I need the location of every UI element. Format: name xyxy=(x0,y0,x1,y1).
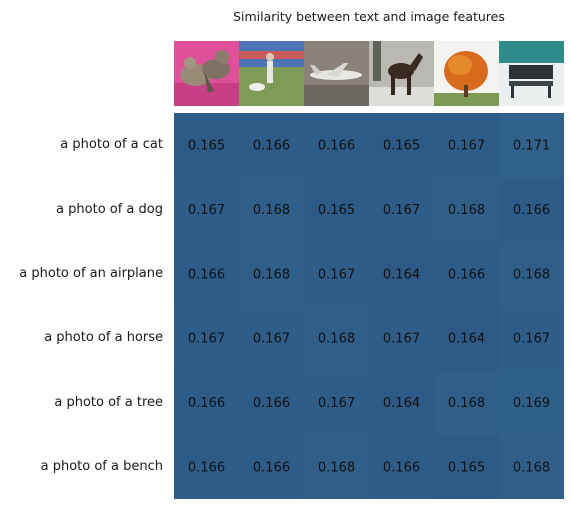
row-label: a photo of a cat xyxy=(60,137,163,153)
row-label: a photo of a tree xyxy=(54,394,163,410)
similarity-heatmap: 0.165 0.166 0.166 0.165 0.167 0.171 0.167 0.168… xyxy=(174,113,564,499)
cell-value-label: 0.166 xyxy=(188,460,225,475)
cell-value-label: 0.164 xyxy=(448,332,485,347)
cell-value-label: 0.166 xyxy=(253,460,290,475)
cell-value-label: 0.166 xyxy=(318,139,355,154)
cat-icon xyxy=(174,41,239,106)
cell-value-label: 0.171 xyxy=(513,139,550,154)
row-label: a photo of a dog xyxy=(56,201,163,217)
horse-icon xyxy=(369,41,434,106)
cell-value-label: 0.166 xyxy=(188,267,225,282)
row-label: a photo of an airplane xyxy=(19,265,163,281)
cell-value-label: 0.168 xyxy=(318,332,355,347)
cell-value-label: 0.165 xyxy=(383,139,420,154)
cell-value-label: 0.167 xyxy=(513,332,550,347)
cell-value-label: 0.166 xyxy=(253,396,290,411)
bench-icon xyxy=(499,41,564,106)
cell-value-label: 0.168 xyxy=(253,203,290,218)
cell-value-label: 0.167 xyxy=(253,332,290,347)
cell-value-label: 0.164 xyxy=(383,396,420,411)
cell-value-label: 0.167 xyxy=(318,267,355,282)
cell-value-label: 0.167 xyxy=(383,332,420,347)
cell-value-label: 0.165 xyxy=(448,460,485,475)
cell-value-label: 0.168 xyxy=(513,460,550,475)
cell-value-label: 0.168 xyxy=(513,267,550,282)
row-labels: a photo of a cat a photo of a dog a photo … xyxy=(0,113,170,499)
cell-value-label: 0.166 xyxy=(513,203,550,218)
cell-value-label: 0.168 xyxy=(318,460,355,475)
image-thumbnail-strip xyxy=(174,41,564,106)
cell-value-label: 0.164 xyxy=(383,267,420,282)
cell-value-label: 0.167 xyxy=(318,396,355,411)
airplane-icon xyxy=(304,41,369,106)
cell-value-label: 0.166 xyxy=(383,460,420,475)
cell-value-label: 0.166 xyxy=(188,396,225,411)
cell-value-label: 0.168 xyxy=(253,267,290,282)
row-label: a photo of a bench xyxy=(40,458,163,474)
tree-icon xyxy=(434,41,499,106)
row-label: a photo of a horse xyxy=(44,330,163,346)
cell-value-label: 0.165 xyxy=(188,139,225,154)
cell-value-label: 0.169 xyxy=(513,396,550,411)
chart-title: Similarity between text and image featur… xyxy=(233,9,505,24)
cell-value-label: 0.168 xyxy=(448,396,485,411)
cell-value-label: 0.167 xyxy=(188,203,225,218)
cell-value-label: 0.167 xyxy=(383,203,420,218)
dog-icon xyxy=(239,41,304,106)
cell-value-label: 0.168 xyxy=(448,203,485,218)
cell-value-label: 0.167 xyxy=(188,332,225,347)
cell-value-label: 0.166 xyxy=(253,139,290,154)
cell-value-label: 0.165 xyxy=(318,203,355,218)
cell-value-label: 0.167 xyxy=(448,139,485,154)
cell-value-label: 0.166 xyxy=(448,267,485,282)
